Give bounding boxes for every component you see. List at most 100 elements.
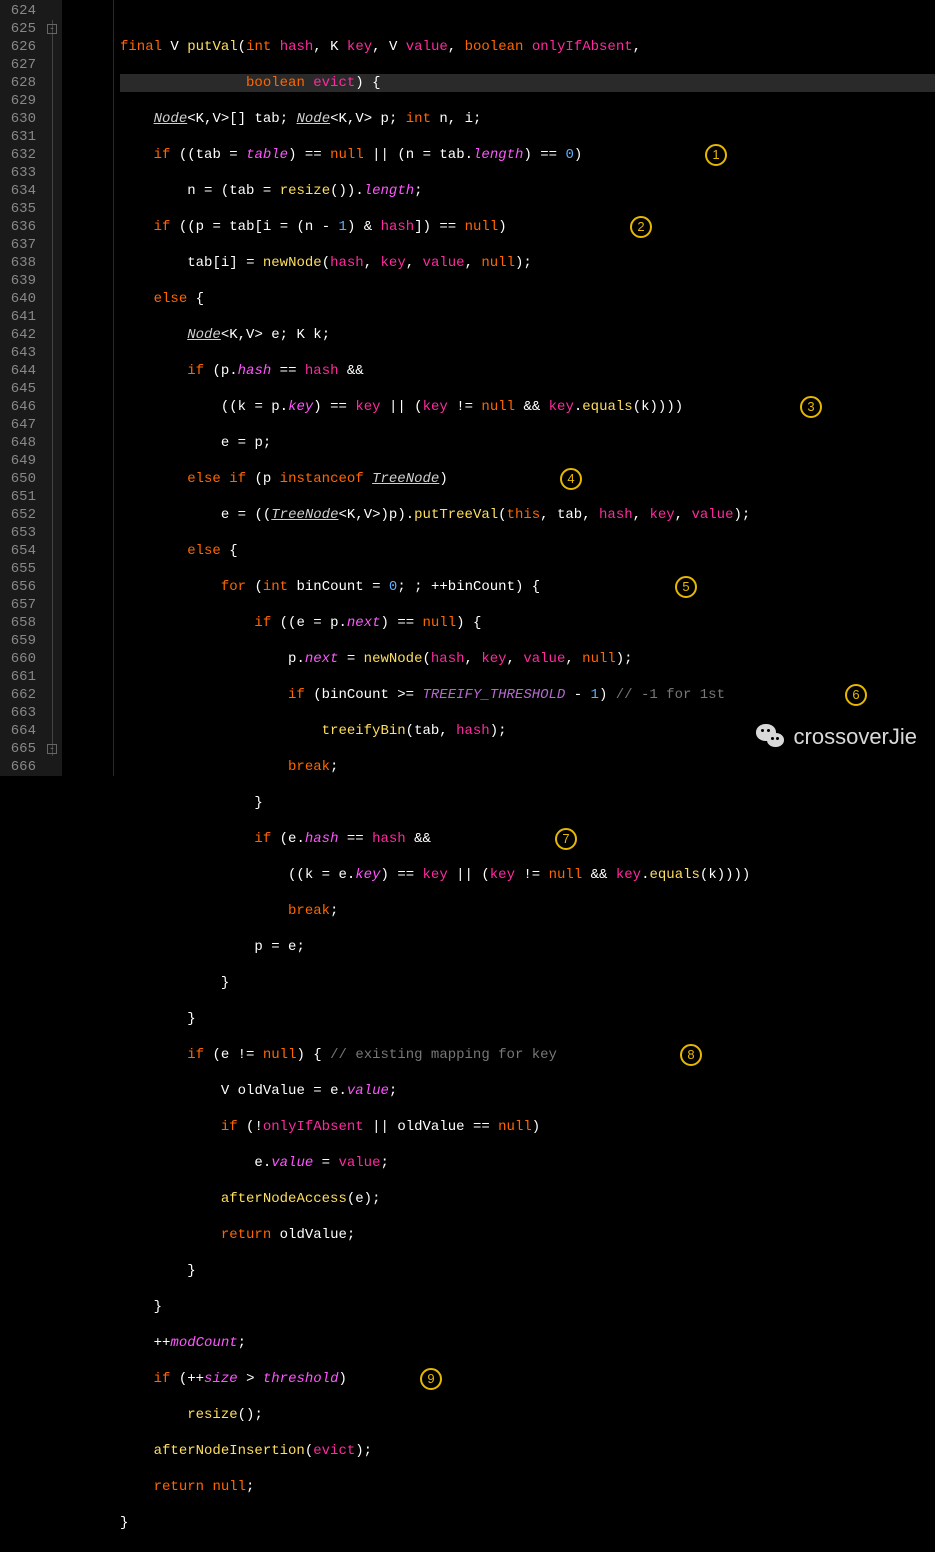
code-line[interactable]: if ((tab = table) == null || (n = tab.le…: [120, 146, 935, 164]
annotation-badge: 1: [705, 144, 727, 166]
line-number-gutter: 6246256266276286296306316326336346356366…: [0, 0, 44, 776]
line-number: 649: [4, 452, 36, 470]
code-line[interactable]: else {: [120, 542, 935, 560]
line-number: 653: [4, 524, 36, 542]
line-number: 641: [4, 308, 36, 326]
annotation-badge: 5: [675, 576, 697, 598]
code-line[interactable]: if (++size > threshold)9: [120, 1370, 935, 1388]
code-line[interactable]: if (!onlyIfAbsent || oldValue == null): [120, 1118, 935, 1136]
line-number: 647: [4, 416, 36, 434]
code-line[interactable]: if (p.hash == hash &&: [120, 362, 935, 380]
code-line[interactable]: resize();: [120, 1406, 935, 1424]
line-number: 665: [4, 740, 36, 758]
code-line[interactable]: }: [120, 794, 935, 812]
line-number: 637: [4, 236, 36, 254]
line-number: 664: [4, 722, 36, 740]
line-number: 657: [4, 596, 36, 614]
line-number: 636: [4, 218, 36, 236]
wechat-icon: [756, 724, 786, 750]
code-line[interactable]: }: [120, 1262, 935, 1280]
code-line[interactable]: ((k = p.key) == key || (key != null && k…: [120, 398, 935, 416]
line-number: 655: [4, 560, 36, 578]
fold-marker[interactable]: -: [47, 24, 57, 34]
line-number: 624: [4, 2, 36, 20]
margin-column: [62, 0, 114, 776]
code-line[interactable]: if (e != null) { // existing mapping for…: [120, 1046, 935, 1064]
code-line[interactable]: n = (tab = resize()).length;: [120, 182, 935, 200]
code-line[interactable]: if ((p = tab[i = (n - 1) & hash]) == nul…: [120, 218, 935, 236]
code-line[interactable]: if (binCount >= TREEIFY_THRESHOLD - 1) /…: [120, 686, 935, 704]
annotation-badge: 2: [630, 216, 652, 238]
fold-gutter[interactable]: --: [44, 0, 62, 776]
code-line[interactable]: [120, 1550, 935, 1552]
code-line[interactable]: e.value = value;: [120, 1154, 935, 1172]
code-line[interactable]: afterNodeInsertion(evict);: [120, 1442, 935, 1460]
code-line[interactable]: final V putVal(int hash, K key, V value,…: [120, 38, 935, 56]
code-line[interactable]: return null;: [120, 1478, 935, 1496]
code-line[interactable]: boolean evict) {: [120, 74, 935, 92]
code-line[interactable]: }: [120, 1010, 935, 1028]
line-number: 654: [4, 542, 36, 560]
line-number: 648: [4, 434, 36, 452]
annotation-badge: 6: [845, 684, 867, 706]
code-line[interactable]: if ((e = p.next) == null) {: [120, 614, 935, 632]
line-number: 633: [4, 164, 36, 182]
line-number: 626: [4, 38, 36, 56]
watermark-text: crossoverJie: [794, 728, 917, 746]
line-number: 652: [4, 506, 36, 524]
line-number: 635: [4, 200, 36, 218]
line-number: 639: [4, 272, 36, 290]
line-number: 625: [4, 20, 36, 38]
code-line[interactable]: if (e.hash == hash &&7: [120, 830, 935, 848]
code-line[interactable]: }: [120, 974, 935, 992]
code-line[interactable]: return oldValue;: [120, 1226, 935, 1244]
code-line[interactable]: p = e;: [120, 938, 935, 956]
annotation-badge: 3: [800, 396, 822, 418]
line-number: 666: [4, 758, 36, 776]
line-number: 645: [4, 380, 36, 398]
line-number: 660: [4, 650, 36, 668]
annotation-badge: 8: [680, 1044, 702, 1066]
code-line[interactable]: p.next = newNode(hash, key, value, null)…: [120, 650, 935, 668]
line-number: 638: [4, 254, 36, 272]
line-number: 630: [4, 110, 36, 128]
line-number: 656: [4, 578, 36, 596]
code-line[interactable]: tab[i] = newNode(hash, key, value, null)…: [120, 254, 935, 272]
code-area[interactable]: final V putVal(int hash, K key, V value,…: [114, 0, 935, 776]
line-number: 631: [4, 128, 36, 146]
code-line[interactable]: V oldValue = e.value;: [120, 1082, 935, 1100]
line-number: 646: [4, 398, 36, 416]
code-line[interactable]: }: [120, 1514, 935, 1532]
code-line[interactable]: }: [120, 1298, 935, 1316]
code-line[interactable]: e = p;: [120, 434, 935, 452]
line-number: 644: [4, 362, 36, 380]
annotation-badge: 7: [555, 828, 577, 850]
line-number: 640: [4, 290, 36, 308]
line-number: 650: [4, 470, 36, 488]
code-line[interactable]: else {: [120, 290, 935, 308]
line-number: 659: [4, 632, 36, 650]
line-number: 663: [4, 704, 36, 722]
fold-marker[interactable]: -: [47, 744, 57, 754]
code-line[interactable]: ((k = e.key) == key || (key != null && k…: [120, 866, 935, 884]
code-line[interactable]: e = ((TreeNode<K,V>)p).putTreeVal(this, …: [120, 506, 935, 524]
annotation-badge: 9: [420, 1368, 442, 1390]
line-number: 632: [4, 146, 36, 164]
line-number: 642: [4, 326, 36, 344]
line-number: 643: [4, 344, 36, 362]
line-number: 627: [4, 56, 36, 74]
code-line[interactable]: Node<K,V> e; K k;: [120, 326, 935, 344]
line-number: 662: [4, 686, 36, 704]
code-line[interactable]: else if (p instanceof TreeNode)4: [120, 470, 935, 488]
line-number: 661: [4, 668, 36, 686]
code-line[interactable]: afterNodeAccess(e);: [120, 1190, 935, 1208]
line-number: 658: [4, 614, 36, 632]
code-line[interactable]: ++modCount;: [120, 1334, 935, 1352]
code-editor[interactable]: 6246256266276286296306316326336346356366…: [0, 0, 935, 776]
code-line[interactable]: for (int binCount = 0; ; ++binCount) {5: [120, 578, 935, 596]
code-line[interactable]: break;: [120, 902, 935, 920]
annotation-badge: 4: [560, 468, 582, 490]
code-line[interactable]: Node<K,V>[] tab; Node<K,V> p; int n, i;: [120, 110, 935, 128]
line-number: 629: [4, 92, 36, 110]
code-line[interactable]: break;: [120, 758, 935, 776]
